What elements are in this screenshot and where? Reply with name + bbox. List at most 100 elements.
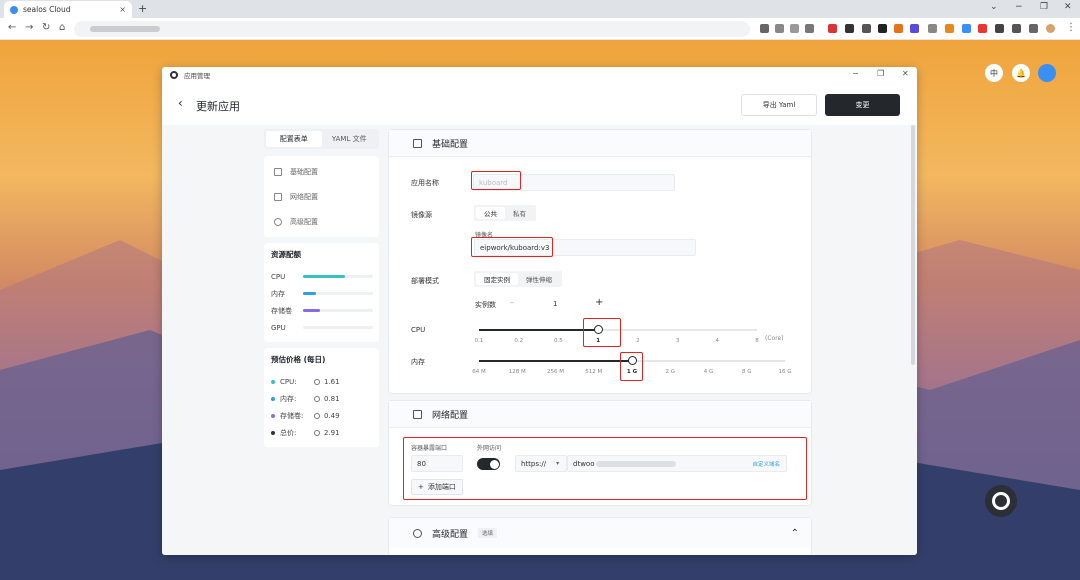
extension-icon[interactable]: [878, 24, 887, 33]
browser-toolbar: ← → ↻ ⌂ ⋮: [0, 18, 1080, 40]
extension-icon[interactable]: [828, 24, 837, 33]
extension-icon[interactable]: [845, 24, 854, 33]
slider-tick-label[interactable]: 16 G: [778, 369, 791, 375]
key-icon[interactable]: [760, 24, 769, 33]
replicas-minus-button[interactable]: −: [509, 299, 515, 307]
app-name: 应用管理: [184, 72, 210, 80]
bell-icon[interactable]: 🔔: [1012, 64, 1030, 82]
resource-bar: [303, 309, 373, 312]
back-button[interactable]: ‹: [178, 96, 183, 110]
nav-label: 网络配置: [290, 192, 318, 201]
coin-icon: [314, 412, 320, 419]
star-icon[interactable]: [805, 24, 814, 33]
language-button[interactable]: 中: [985, 64, 1003, 82]
profile-avatar[interactable]: [1046, 24, 1055, 33]
replicas-plus-button[interactable]: +: [595, 297, 603, 308]
app-name-label: 应用名称: [411, 179, 439, 187]
metamask-icon[interactable]: [945, 24, 954, 33]
price-label: CPU:: [280, 377, 297, 386]
document-icon: [274, 167, 282, 176]
network-icon: [413, 409, 422, 419]
slider-tick-label[interactable]: 128 M: [509, 369, 526, 375]
back-arrow-icon[interactable]: ←: [8, 22, 16, 33]
slider-tick-label[interactable]: 4 G: [704, 369, 714, 375]
highlight-box: [620, 352, 643, 381]
optional-badge: 选填: [478, 528, 498, 538]
menu-icon[interactable]: ⋮: [1066, 22, 1076, 33]
slider-tick-label[interactable]: 2 G: [665, 369, 675, 375]
forward-arrow-icon[interactable]: →: [25, 22, 33, 33]
sidebar-icon[interactable]: [1029, 24, 1038, 33]
resource-label: CPU: [271, 272, 286, 281]
window-close-button[interactable]: ✕: [1064, 2, 1072, 12]
export-yaml-button[interactable]: 导出 Yaml: [741, 94, 817, 116]
new-tab-button[interactable]: +: [138, 2, 147, 15]
nav-advanced-config[interactable]: 高级配置: [264, 209, 379, 234]
extension-icon[interactable]: [894, 24, 903, 33]
extension-icon[interactable]: [995, 24, 1004, 33]
scrollbar[interactable]: [911, 125, 915, 365]
advanced-config-card[interactable]: 高级配置 选填 ⌃: [388, 517, 812, 555]
tab-config-form[interactable]: 配置表单: [266, 131, 322, 147]
slider-tick-label[interactable]: 0.2: [514, 338, 523, 344]
image-source-switch: 公共 私有: [474, 205, 536, 221]
price-dot-icon: [271, 430, 275, 435]
app-close-button[interactable]: ✕: [902, 69, 909, 78]
slider-tick-label[interactable]: 8 G: [742, 369, 752, 375]
floating-assistant-button[interactable]: [985, 485, 1017, 517]
slider-tick-label[interactable]: 3: [676, 338, 680, 344]
nav-network-config[interactable]: 网络配置: [264, 184, 379, 209]
tab-close-icon[interactable]: ×: [119, 5, 126, 14]
browser-tab[interactable]: sealos Cloud ×: [4, 1, 132, 18]
slider-tick-label[interactable]: 0.5: [554, 338, 563, 344]
extension-icon[interactable]: [775, 24, 784, 33]
puzzle-icon[interactable]: [1012, 24, 1021, 33]
resource-label: 内存: [271, 289, 285, 298]
network-config-header: 网络配置: [389, 401, 811, 428]
resource-bar-fill: [303, 275, 345, 278]
advanced-config-header[interactable]: 高级配置 选填 ⌃: [389, 518, 811, 548]
chevron-up-icon[interactable]: ⌃: [791, 528, 799, 539]
app-maximize-button[interactable]: ❐: [877, 69, 884, 78]
change-button[interactable]: 变更: [825, 94, 900, 116]
coin-icon: [314, 429, 320, 436]
image-source-label: 镜像源: [411, 211, 432, 219]
extension-icon[interactable]: [962, 24, 971, 33]
address-bar[interactable]: [74, 21, 750, 37]
tab-yaml-file[interactable]: YAML 文件: [322, 131, 378, 147]
slider-tick-label[interactable]: 256 M: [547, 369, 564, 375]
price-dot-icon: [271, 379, 275, 384]
deploy-mode-fixed[interactable]: 固定实例: [476, 273, 518, 285]
share-icon[interactable]: [790, 24, 799, 33]
deploy-mode-label: 部署模式: [411, 277, 439, 285]
home-icon[interactable]: ⌂: [59, 22, 65, 33]
price-row: 内存: 0.81: [271, 390, 373, 407]
window-restore-button[interactable]: ❐: [1040, 2, 1048, 12]
price-value: 1.61: [324, 377, 340, 386]
extension-icon[interactable]: [978, 24, 987, 33]
user-avatar[interactable]: [1038, 64, 1056, 82]
slider-tick-label[interactable]: 0.1: [475, 338, 484, 344]
tab-search-icon[interactable]: ⌄: [990, 2, 998, 12]
extension-icon[interactable]: [928, 24, 937, 33]
price-row: 存储卷: 0.49: [271, 407, 373, 424]
image-source-public[interactable]: 公共: [476, 207, 505, 219]
app-minimize-button[interactable]: −: [852, 69, 859, 78]
coin-icon: [314, 395, 320, 402]
slider-tick-label[interactable]: 2: [636, 338, 640, 344]
extension-icon[interactable]: [862, 24, 871, 33]
slider-tick-label[interactable]: 4: [716, 338, 720, 344]
nav-basic-config[interactable]: 基础配置: [264, 159, 379, 184]
slider-tick-label[interactable]: 512 M: [585, 369, 602, 375]
highlight-box: [471, 237, 553, 257]
gear-icon: [413, 528, 422, 538]
window-minimize-button[interactable]: −: [1015, 2, 1023, 12]
slider-tick-label[interactable]: 8: [755, 338, 759, 344]
image-source-private[interactable]: 私有: [505, 207, 534, 219]
deploy-mode-autoscale[interactable]: 弹性伸缩: [518, 273, 560, 285]
slider-tick-label[interactable]: 64 M: [472, 369, 486, 375]
resource-row: 内存: [271, 285, 373, 302]
reload-icon[interactable]: ↻: [42, 22, 50, 33]
price-dot-icon: [271, 396, 275, 401]
extension-icon[interactable]: [910, 24, 919, 33]
